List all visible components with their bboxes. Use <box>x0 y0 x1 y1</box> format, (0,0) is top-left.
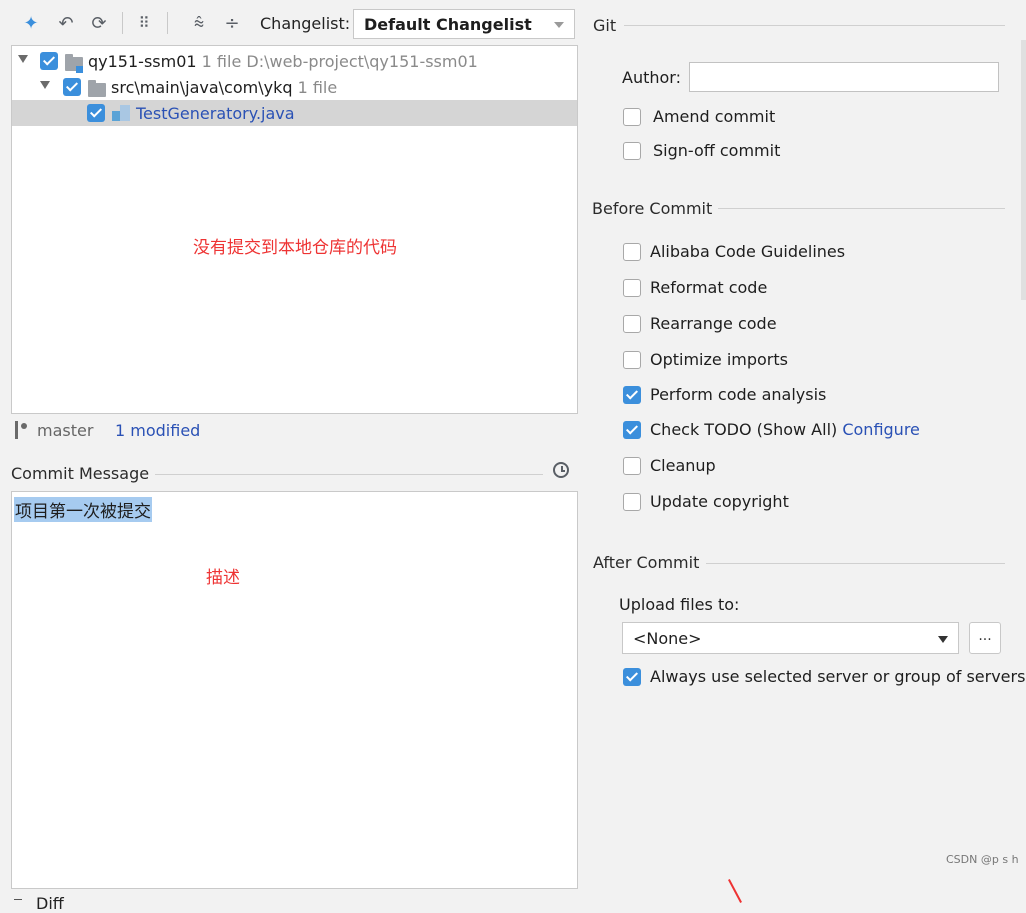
chevron-down-icon[interactable] <box>18 55 28 63</box>
folder-checkbox[interactable] <box>63 78 81 96</box>
message-annotation: 描述 <box>206 568 240 588</box>
check-todo-checkbox[interactable] <box>623 421 641 439</box>
always-use-server-label: Always use selected server or group of s… <box>650 667 1026 686</box>
check-todo-label: Check TODO (Show All) Configure <box>650 420 920 439</box>
diff-collapse-icon[interactable] <box>14 899 22 900</box>
upload-files-label: Upload files to: <box>619 595 740 614</box>
root-path: D:\web-project\qy151-ssm01 <box>246 52 478 71</box>
reformat-code-label: Reformat code <box>650 278 768 297</box>
signoff-commit-checkbox[interactable] <box>623 142 641 160</box>
file-name: TestGeneratory.java <box>136 104 295 123</box>
browse-servers-button[interactable]: ... <box>969 622 1001 654</box>
alibaba-guidelines-label: Alibaba Code Guidelines <box>650 242 846 261</box>
always-use-server-checkbox[interactable] <box>623 668 641 686</box>
expand-all-icon[interactable]: ⩯ <box>188 12 210 34</box>
changes-tree[interactable]: qy151-ssm01 1 file D:\web-project\qy151-… <box>11 45 578 414</box>
divider <box>718 208 1005 209</box>
perform-code-analysis-checkbox[interactable] <box>623 386 641 404</box>
red-annotation-stroke <box>728 879 742 903</box>
scrollbar-track[interactable] <box>1021 40 1026 300</box>
tree-row-file[interactable]: TestGeneratory.java <box>12 100 577 126</box>
reformat-code-checkbox[interactable] <box>623 279 641 297</box>
root-checkbox[interactable] <box>40 52 58 70</box>
author-label: Author: <box>622 68 681 87</box>
chevron-down-icon <box>554 22 564 28</box>
collapse-all-icon[interactable]: ÷ <box>221 12 243 34</box>
cleanup-label: Cleanup <box>650 456 716 475</box>
folder-file-count: 1 file <box>297 78 338 97</box>
optimize-imports-checkbox[interactable] <box>623 351 641 369</box>
upload-server-select[interactable]: <None> <box>622 622 959 654</box>
upload-server-value: <None> <box>633 629 702 648</box>
toolbar-separator <box>122 12 123 34</box>
branch-icon <box>14 421 28 439</box>
chevron-down-icon <box>938 636 948 643</box>
check-todo-text: Check TODO (Show All) <box>650 420 838 439</box>
git-section-title: Git <box>593 16 617 35</box>
update-icon[interactable]: ⟳ <box>88 12 110 34</box>
update-copyright-label: Update copyright <box>650 492 789 511</box>
commit-message-text: 项目第一次被提交 <box>14 497 152 522</box>
history-clock-icon[interactable] <box>553 462 569 478</box>
tree-annotation: 没有提交到本地仓库的代码 <box>193 238 397 258</box>
commit-message-title: Commit Message <box>11 464 150 483</box>
root-file-count: 1 file <box>201 52 242 71</box>
tree-row-root[interactable]: qy151-ssm01 1 file D:\web-project\qy151-… <box>12 48 577 74</box>
branch-name: master <box>37 421 94 440</box>
signoff-commit-label: Sign-off commit <box>653 141 781 160</box>
divider <box>155 474 543 475</box>
tree-row-folder[interactable]: src\main\java\com\ykq 1 file <box>12 74 577 100</box>
diff-label[interactable]: Diff <box>36 894 64 913</box>
rearrange-code-label: Rearrange code <box>650 314 777 333</box>
folder-icon <box>88 80 106 97</box>
configure-link[interactable]: Configure <box>842 420 920 439</box>
amend-commit-checkbox[interactable] <box>623 108 641 126</box>
changelist-label: Changelist: <box>260 14 351 33</box>
folder-name: src\main\java\com\ykq <box>111 78 293 97</box>
rearrange-code-checkbox[interactable] <box>623 315 641 333</box>
divider <box>624 25 1005 26</box>
watermark: CSDN @p s h <box>946 853 1019 866</box>
module-badge-icon <box>76 66 83 73</box>
toolbar-separator <box>167 12 168 34</box>
modified-link[interactable]: 1 modified <box>115 421 200 440</box>
perform-code-analysis-label: Perform code analysis <box>650 385 827 404</box>
changelist-value: Default Changelist <box>364 15 532 34</box>
author-input[interactable] <box>689 62 999 92</box>
refresh-changes-icon[interactable]: ✦ <box>20 12 42 34</box>
before-commit-title: Before Commit <box>592 199 713 218</box>
changelist-select[interactable]: Default Changelist <box>353 9 575 39</box>
divider <box>706 563 1005 564</box>
cleanup-checkbox[interactable] <box>623 457 641 475</box>
optimize-imports-label: Optimize imports <box>650 350 788 369</box>
root-name: qy151-ssm01 <box>88 52 197 71</box>
rollback-icon[interactable]: ↶ <box>55 12 77 34</box>
commit-message-input[interactable]: 项目第一次被提交 <box>11 491 578 889</box>
after-commit-title: After Commit <box>593 553 700 572</box>
update-copyright-checkbox[interactable] <box>623 493 641 511</box>
java-file-icon <box>112 105 130 121</box>
file-checkbox[interactable] <box>87 104 105 122</box>
alibaba-guidelines-checkbox[interactable] <box>623 243 641 261</box>
group-by-icon[interactable]: ⠿ <box>133 12 155 34</box>
amend-commit-label: Amend commit <box>653 107 776 126</box>
chevron-down-icon[interactable] <box>40 81 50 89</box>
